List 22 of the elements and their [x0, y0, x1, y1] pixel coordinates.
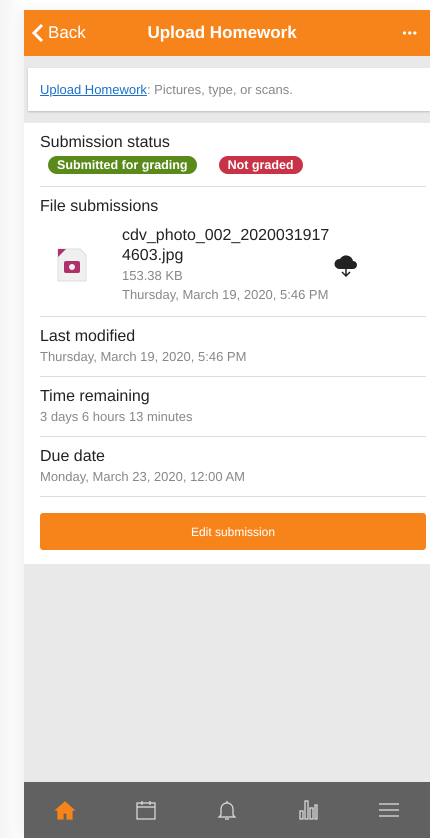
status-badge: Submitted for grading [48, 156, 197, 174]
section-label: Submission status [40, 134, 171, 152]
section-label: File submissions [40, 198, 160, 216]
status-badge: Not graded [218, 156, 303, 174]
chevron-left-icon [32, 23, 44, 43]
field-value: Thursday, March 19, 2020, 5:46 PM [40, 349, 248, 364]
page-title: Upload Homework [146, 23, 298, 43]
calendar-icon [134, 798, 158, 822]
field-label: Last modified [40, 328, 136, 346]
field-value: Monday, March 23, 2020, 12:00 AM [40, 469, 246, 484]
field-label: Due date [40, 448, 106, 466]
edit-submission-button[interactable]: Edit submission [40, 513, 426, 550]
upload-homework-link[interactable]: Upload Homework [40, 82, 147, 97]
field-label: Time remaining [40, 388, 151, 406]
field-value: 3 days 6 hours 13 minutes [40, 409, 194, 424]
back-button[interactable]: Back [32, 23, 86, 43]
intro-text: : Pictures, type, or scans. [146, 82, 293, 97]
file-size: 153.38 KB [122, 267, 184, 285]
more-button[interactable]: ••• [398, 26, 422, 40]
back-label: Back [48, 23, 86, 43]
file-date: Thursday, March 19, 2020, 5:46 PM [122, 286, 330, 304]
file-name[interactable]: cdv_photo_002_20200319174603.jpg [122, 226, 332, 266]
